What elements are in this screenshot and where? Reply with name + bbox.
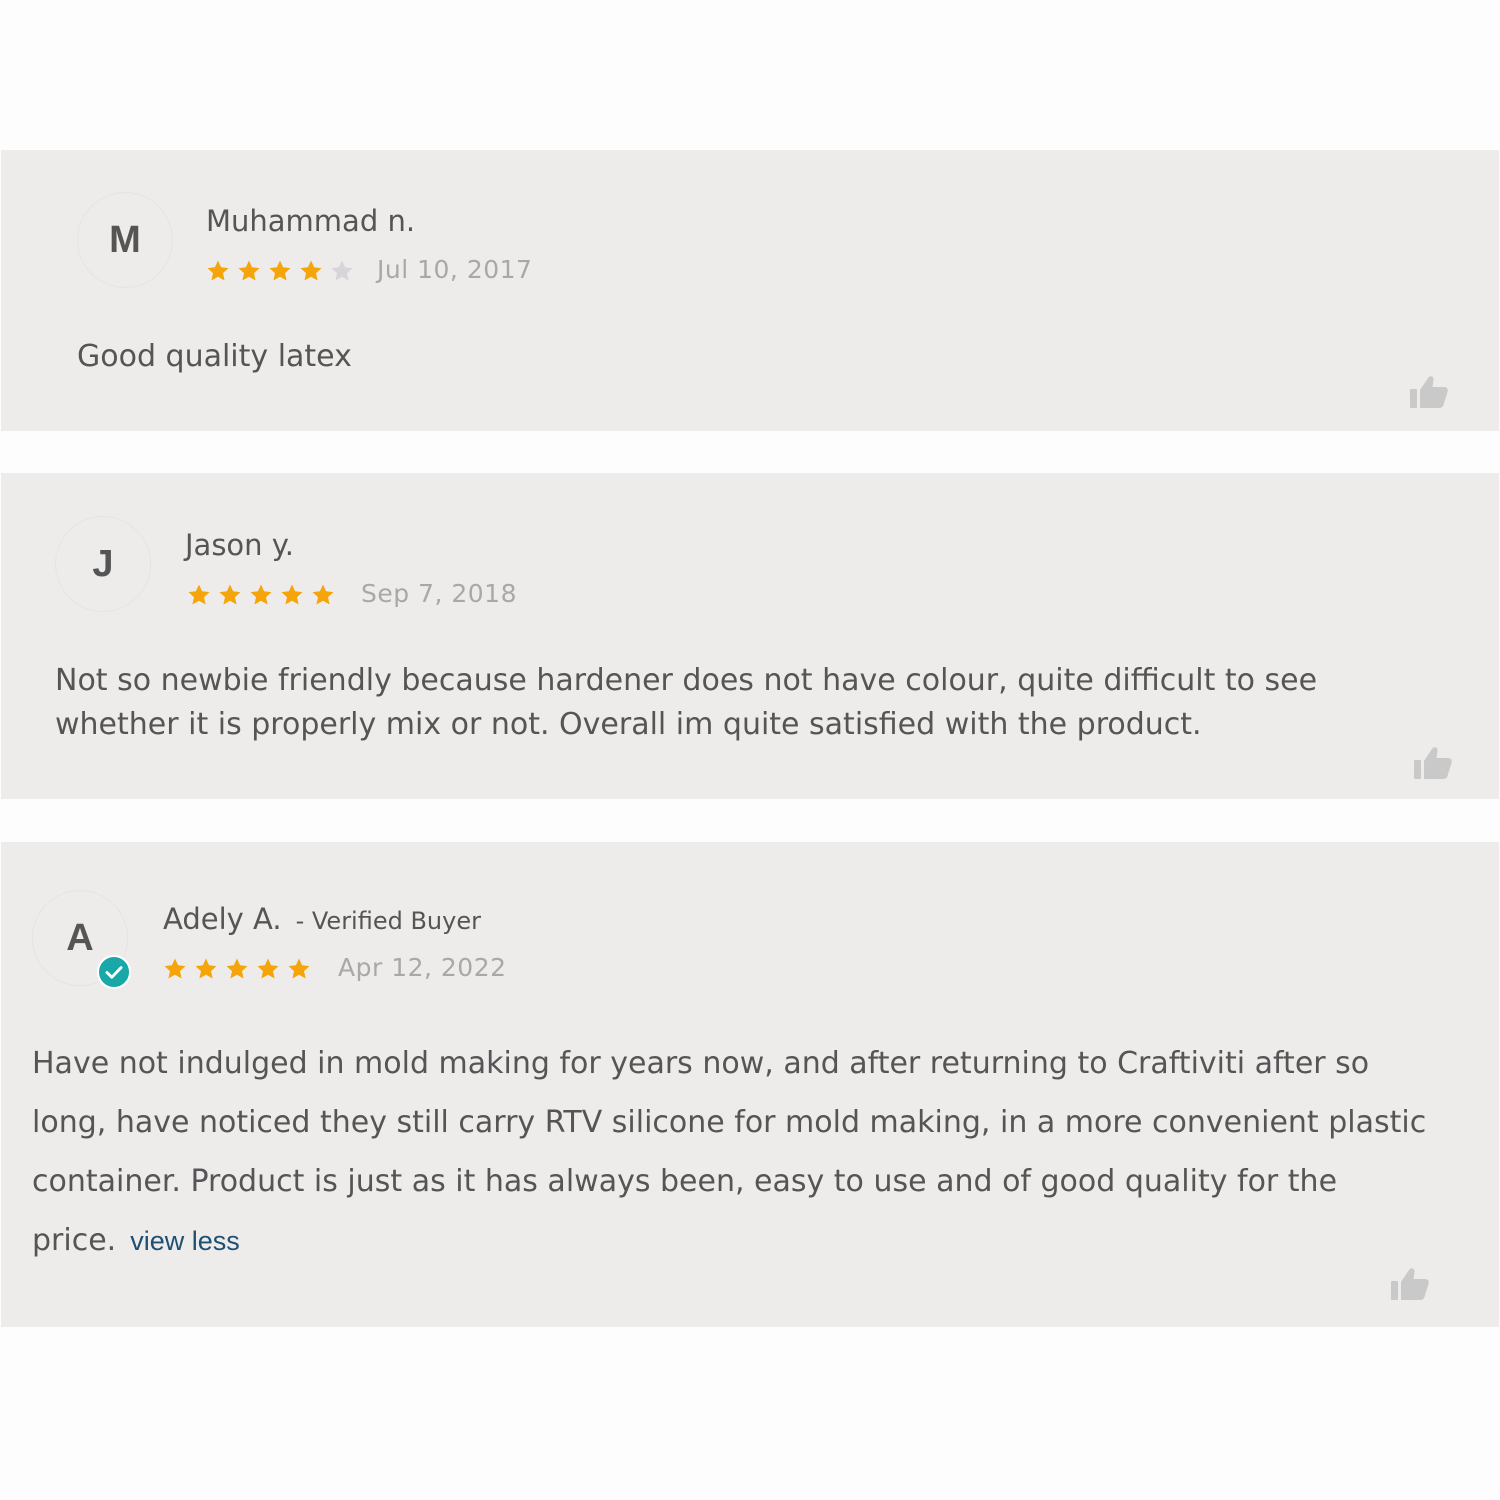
star-icon: [207, 260, 229, 281]
star-icon: [219, 584, 241, 605]
verified-buyer-label: - Verified Buyer: [295, 907, 481, 935]
avatar: M: [77, 192, 173, 288]
avatar: J: [55, 516, 151, 612]
review-card: J Jason y. Sep 7, 2018 Not so newbie fri…: [1, 473, 1499, 799]
review-text: Good quality latex: [77, 339, 352, 374]
star-rating: [187, 583, 335, 607]
star-icon: [269, 260, 291, 281]
reviewer-name-text: Adely A.: [163, 902, 282, 936]
review-card: A Adely A. - Verified Buyer Apr 12, 2022 …: [1, 842, 1499, 1327]
thumbs-up-icon[interactable]: [1409, 374, 1449, 410]
star-icon: [250, 584, 272, 605]
reviewer-name: Jason y.: [185, 528, 294, 562]
star-rating: [206, 259, 354, 283]
star-icon: [331, 260, 353, 281]
star-icon: [195, 958, 217, 979]
review-date: Sep 7, 2018: [361, 579, 517, 608]
verified-check-icon: [97, 955, 131, 989]
reviewer-name-text: Jason y.: [185, 528, 295, 562]
star-icon: [238, 260, 260, 281]
review-date: Jul 10, 2017: [377, 255, 533, 284]
star-icon: [188, 584, 210, 605]
avatar-initial: M: [109, 218, 141, 261]
review-text: Not so newbie friendly because hardener …: [55, 663, 1318, 742]
star-rating: [163, 957, 311, 981]
thumbs-up-icon[interactable]: [1413, 745, 1453, 781]
view-less-link[interactable]: view less: [130, 1226, 240, 1256]
reviewer-name: Muhammad n.: [206, 204, 415, 238]
avatar-initial: J: [92, 542, 114, 585]
review-text: Have not indulged in mold making for yea…: [32, 1034, 1452, 1271]
thumbs-up-icon[interactable]: [1390, 1266, 1430, 1302]
review-date: Apr 12, 2022: [338, 953, 507, 982]
star-icon: [300, 260, 322, 281]
star-icon: [312, 584, 334, 605]
star-icon: [164, 958, 186, 979]
review-card: M Muhammad n. Jul 10, 2017 Good quality …: [1, 150, 1499, 431]
star-icon: [288, 958, 310, 979]
avatar-initial: A: [66, 916, 94, 959]
star-icon: [257, 958, 279, 979]
star-icon: [281, 584, 303, 605]
reviews-page: M Muhammad n. Jul 10, 2017 Good quality …: [0, 0, 1500, 1500]
reviewer-name: Adely A. - Verified Buyer: [163, 902, 481, 936]
reviewer-name-text: Muhammad n.: [206, 204, 416, 238]
star-icon: [226, 958, 248, 979]
review-text-content: Have not indulged in mold making for yea…: [32, 1046, 1427, 1258]
